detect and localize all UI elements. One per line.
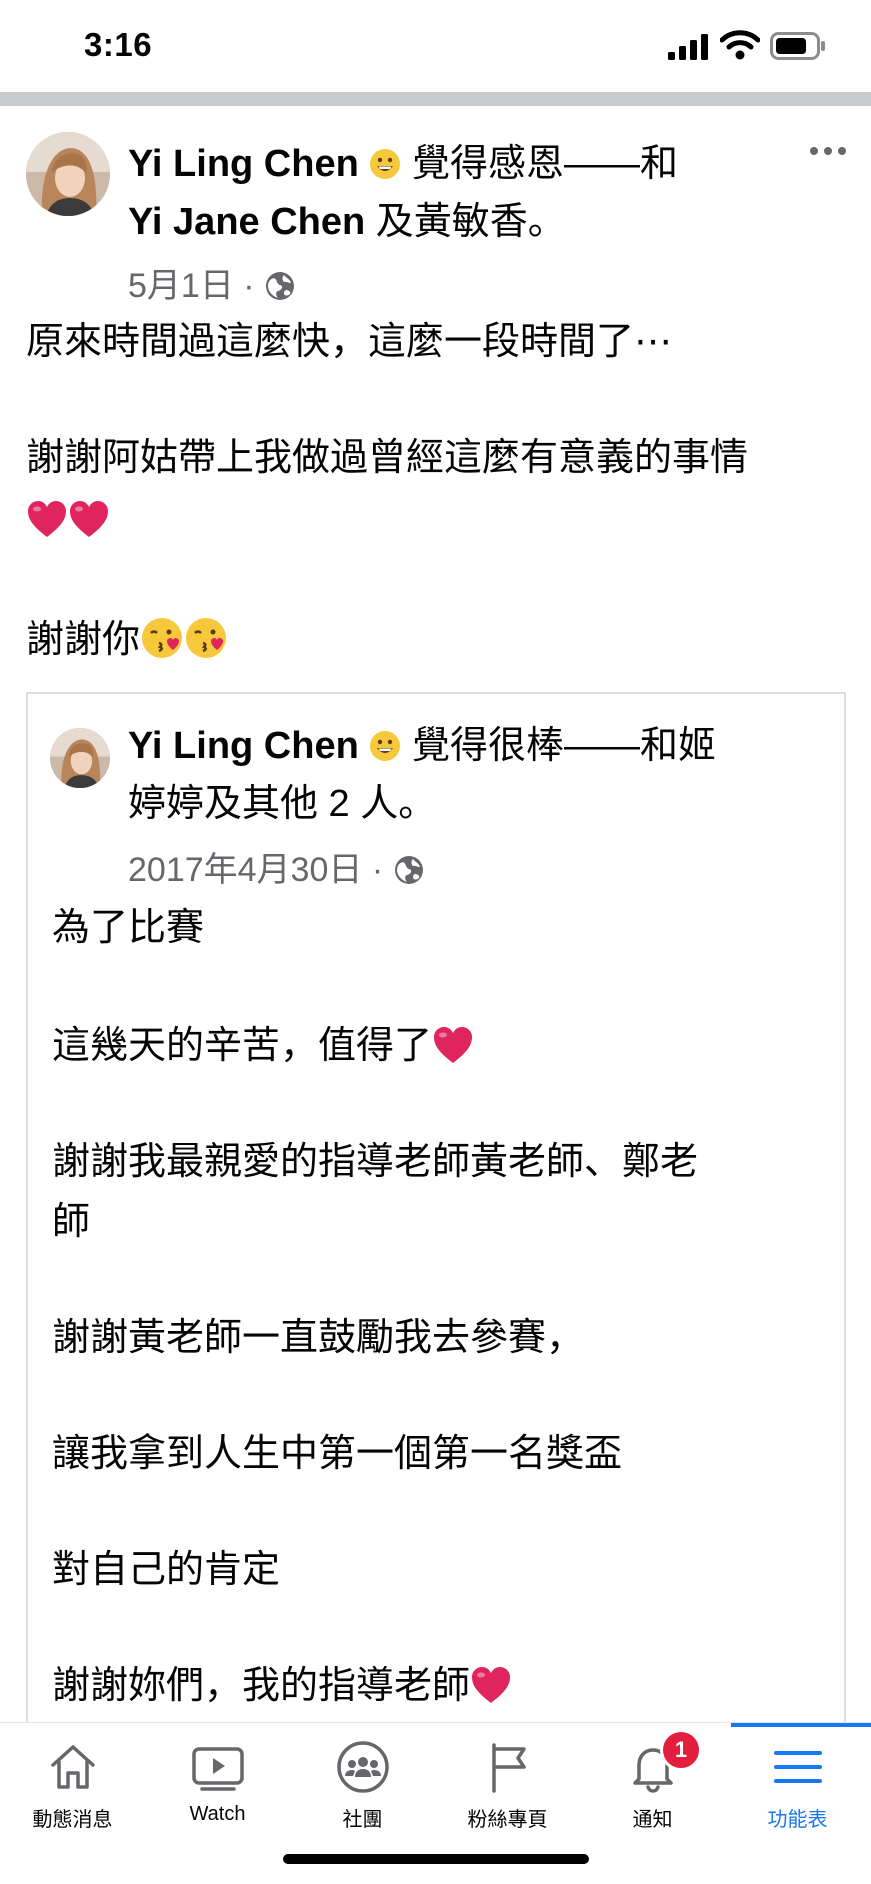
shared-line: 師 bbox=[52, 1201, 91, 1243]
tab-pages[interactable]: 粉絲專頁 bbox=[435, 1723, 580, 1843]
post-header-line-2: Yi Jane Chen 及黃敏香。 bbox=[128, 198, 566, 246]
more-options-icon[interactable] bbox=[808, 143, 848, 159]
shared-line-text: 這幾天的辛苦，值得了 bbox=[52, 1025, 433, 1067]
shared-line: 謝謝我最親愛的指導老師黃老師、鄭老 bbox=[52, 1141, 699, 1183]
notification-count-badge: 1 bbox=[660, 1729, 702, 1771]
home-indicator[interactable] bbox=[283, 1854, 589, 1864]
author-name-link[interactable]: Yi Ling Chen bbox=[128, 143, 359, 185]
red-heart-emoji-icon bbox=[434, 1027, 473, 1063]
tagged-suffix: 及黃敏香。 bbox=[375, 201, 566, 243]
red-heart-emoji-icon bbox=[472, 1667, 511, 1703]
shared-line: 謝謝黃老師一直鼓勵我去參賽， bbox=[52, 1317, 585, 1359]
profile-photo-icon bbox=[50, 728, 110, 788]
tab-label: 粉絲專頁 bbox=[467, 1809, 548, 1831]
tab-menu[interactable]: 功能表 bbox=[725, 1723, 870, 1843]
shared-author-name-link[interactable]: Yi Ling Chen bbox=[128, 725, 359, 767]
shared-author-avatar[interactable] bbox=[50, 728, 110, 788]
facebook-app-screen: 3:16 Yi Ling Chen 覺得感恩——和 Yi Jane Chen 及… bbox=[0, 0, 871, 1884]
post-date-link[interactable]: 5月1日 bbox=[128, 267, 234, 305]
status-time: 3:16 bbox=[84, 26, 153, 63]
tab-notifications[interactable]: 1 通知 bbox=[580, 1723, 725, 1843]
groups-icon bbox=[337, 1741, 389, 1793]
tagged-friend-link[interactable]: Yi Jane Chen bbox=[128, 201, 365, 243]
grinning-face-emoji-icon bbox=[370, 149, 401, 179]
tab-news-feed[interactable]: 動態消息 bbox=[0, 1723, 145, 1843]
post-header-line-1: Yi Ling Chen 覺得感恩——和 bbox=[128, 140, 678, 188]
post-meta: 5月1日 · bbox=[128, 258, 296, 307]
red-heart-emoji-icon bbox=[28, 501, 66, 537]
watch-icon bbox=[192, 1747, 244, 1791]
shared-line-text: 謝謝妳們，我的指導老師 bbox=[52, 1665, 471, 1707]
public-globe-icon[interactable] bbox=[264, 270, 296, 302]
tab-label: 動態消息 bbox=[32, 1809, 113, 1831]
face-blowing-kiss-emoji-icon bbox=[142, 618, 183, 658]
cellular-signal-icon bbox=[668, 34, 708, 60]
shared-post-meta: 2017年4月30日 · bbox=[128, 842, 425, 891]
post-body-thanks: 謝謝你 bbox=[26, 619, 141, 661]
tab-label: 社團 bbox=[342, 1809, 383, 1831]
shared-line: 對自己的肯定 bbox=[52, 1549, 281, 1591]
shared-line: 這幾天的辛苦，值得了 bbox=[52, 1022, 474, 1070]
profile-photo-icon bbox=[26, 132, 110, 216]
post-body-line-1: 原來時間過這麼快，這麼一段時間了⋯ bbox=[26, 321, 673, 363]
public-globe-icon[interactable] bbox=[393, 854, 425, 886]
shared-line: 讓我拿到人生中第一個第一名獎盃 bbox=[52, 1433, 623, 1475]
shared-post-date-link[interactable]: 2017年4月30日 bbox=[128, 851, 362, 889]
wifi-icon bbox=[720, 30, 760, 60]
meta-separator: · bbox=[243, 267, 255, 305]
tab-label: Watch bbox=[189, 1803, 246, 1825]
feeling-text: 覺得感恩——和 bbox=[411, 143, 678, 185]
shared-feeling-text: 覺得很棒——和姬 bbox=[411, 725, 716, 767]
post-body-line-2: 謝謝阿姑帶上我做過曾經這麼有意義的事情 bbox=[26, 437, 749, 479]
feed-divider bbox=[0, 92, 871, 106]
home-icon bbox=[51, 1745, 95, 1789]
status-bar: 3:16 bbox=[0, 0, 871, 90]
shared-header-line-2: 婷婷及其他 2 人。 bbox=[128, 783, 437, 825]
face-blowing-kiss-emoji-icon bbox=[186, 618, 227, 658]
tab-label: 通知 bbox=[632, 1809, 673, 1831]
meta-separator: · bbox=[371, 851, 384, 889]
menu-icon bbox=[774, 1751, 822, 1783]
author-avatar[interactable] bbox=[26, 132, 110, 216]
grinning-face-emoji-icon bbox=[370, 731, 401, 761]
tab-groups[interactable]: 社團 bbox=[290, 1723, 435, 1843]
tab-watch[interactable]: Watch bbox=[145, 1723, 290, 1843]
shared-line: 謝謝妳們，我的指導老師 bbox=[52, 1662, 512, 1710]
red-heart-emoji-icon bbox=[70, 501, 108, 537]
post-body-line-4: 謝謝你 bbox=[26, 616, 228, 664]
flag-icon bbox=[492, 1743, 526, 1793]
post-body-hearts bbox=[26, 496, 110, 544]
tab-label: 功能表 bbox=[767, 1809, 828, 1831]
shared-header-line-1: Yi Ling Chen 覺得很棒——和姬 bbox=[128, 722, 716, 770]
battery-icon bbox=[770, 32, 825, 60]
shared-line: 為了比賽 bbox=[52, 907, 205, 949]
